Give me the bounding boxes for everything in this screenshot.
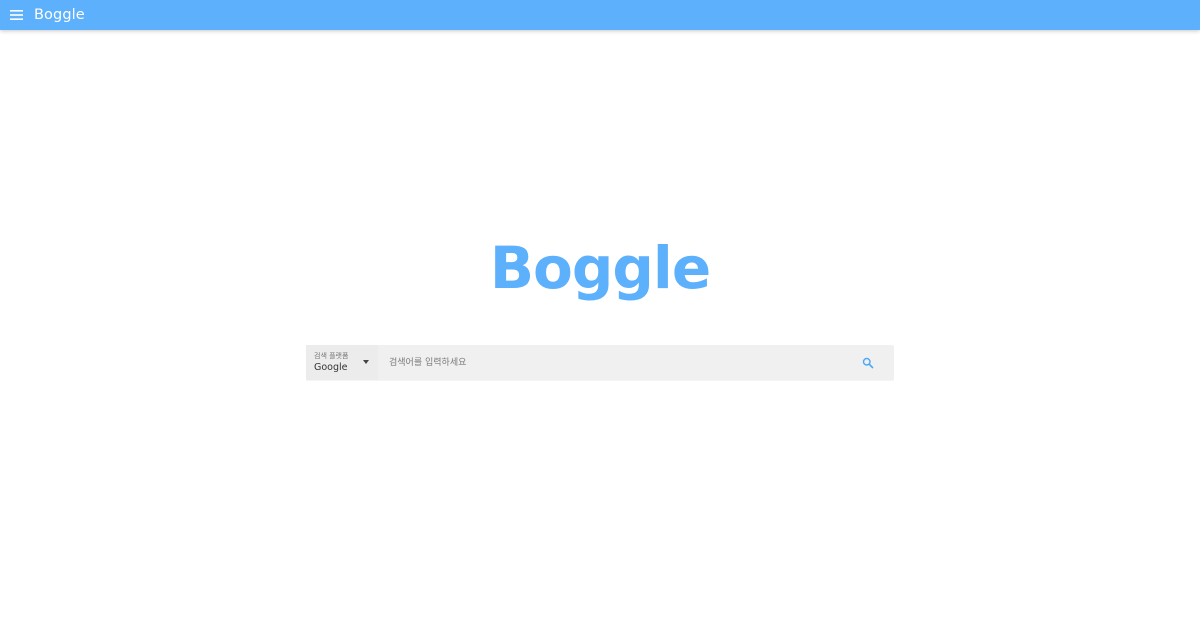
search-bar: 검색 플랫폼 Google [306, 345, 894, 380]
search-icon [862, 357, 874, 368]
search-input[interactable] [378, 345, 842, 380]
app-bar: Boggle [0, 0, 1200, 30]
menu-button[interactable] [1, 0, 31, 30]
platform-select[interactable]: 검색 플랫폼 Google [306, 345, 378, 380]
search-button[interactable] [842, 345, 894, 380]
platform-select-label: 검색 플랫폼 [314, 352, 349, 360]
caret-down-icon [363, 360, 369, 364]
app-title[interactable]: Boggle [34, 7, 85, 23]
menu-icon [9, 10, 23, 20]
logo-text: Boggle [489, 234, 711, 302]
platform-select-value: Google [314, 362, 348, 373]
